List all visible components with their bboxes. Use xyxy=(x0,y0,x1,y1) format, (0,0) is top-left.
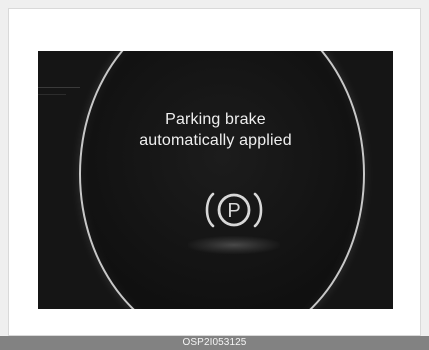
dashboard-display: Parking brake automatically applied P xyxy=(38,51,393,309)
icon-glow xyxy=(188,236,280,254)
image-frame: Parking brake automatically applied P xyxy=(8,8,421,336)
left-display-line-secondary xyxy=(38,94,66,95)
caption-bar: OSP2I053125 xyxy=(0,336,429,350)
warning-message-line-1: Parking brake xyxy=(165,111,266,128)
parking-brake-icon: P xyxy=(205,192,263,228)
gauge-ring xyxy=(79,51,365,309)
warning-message-line-2: automatically applied xyxy=(139,132,292,149)
left-display-line xyxy=(38,87,80,88)
parking-brake-letter: P xyxy=(227,200,240,222)
warning-message: Parking brake automatically applied xyxy=(38,109,393,151)
caption-code: OSP2I053125 xyxy=(182,337,247,348)
